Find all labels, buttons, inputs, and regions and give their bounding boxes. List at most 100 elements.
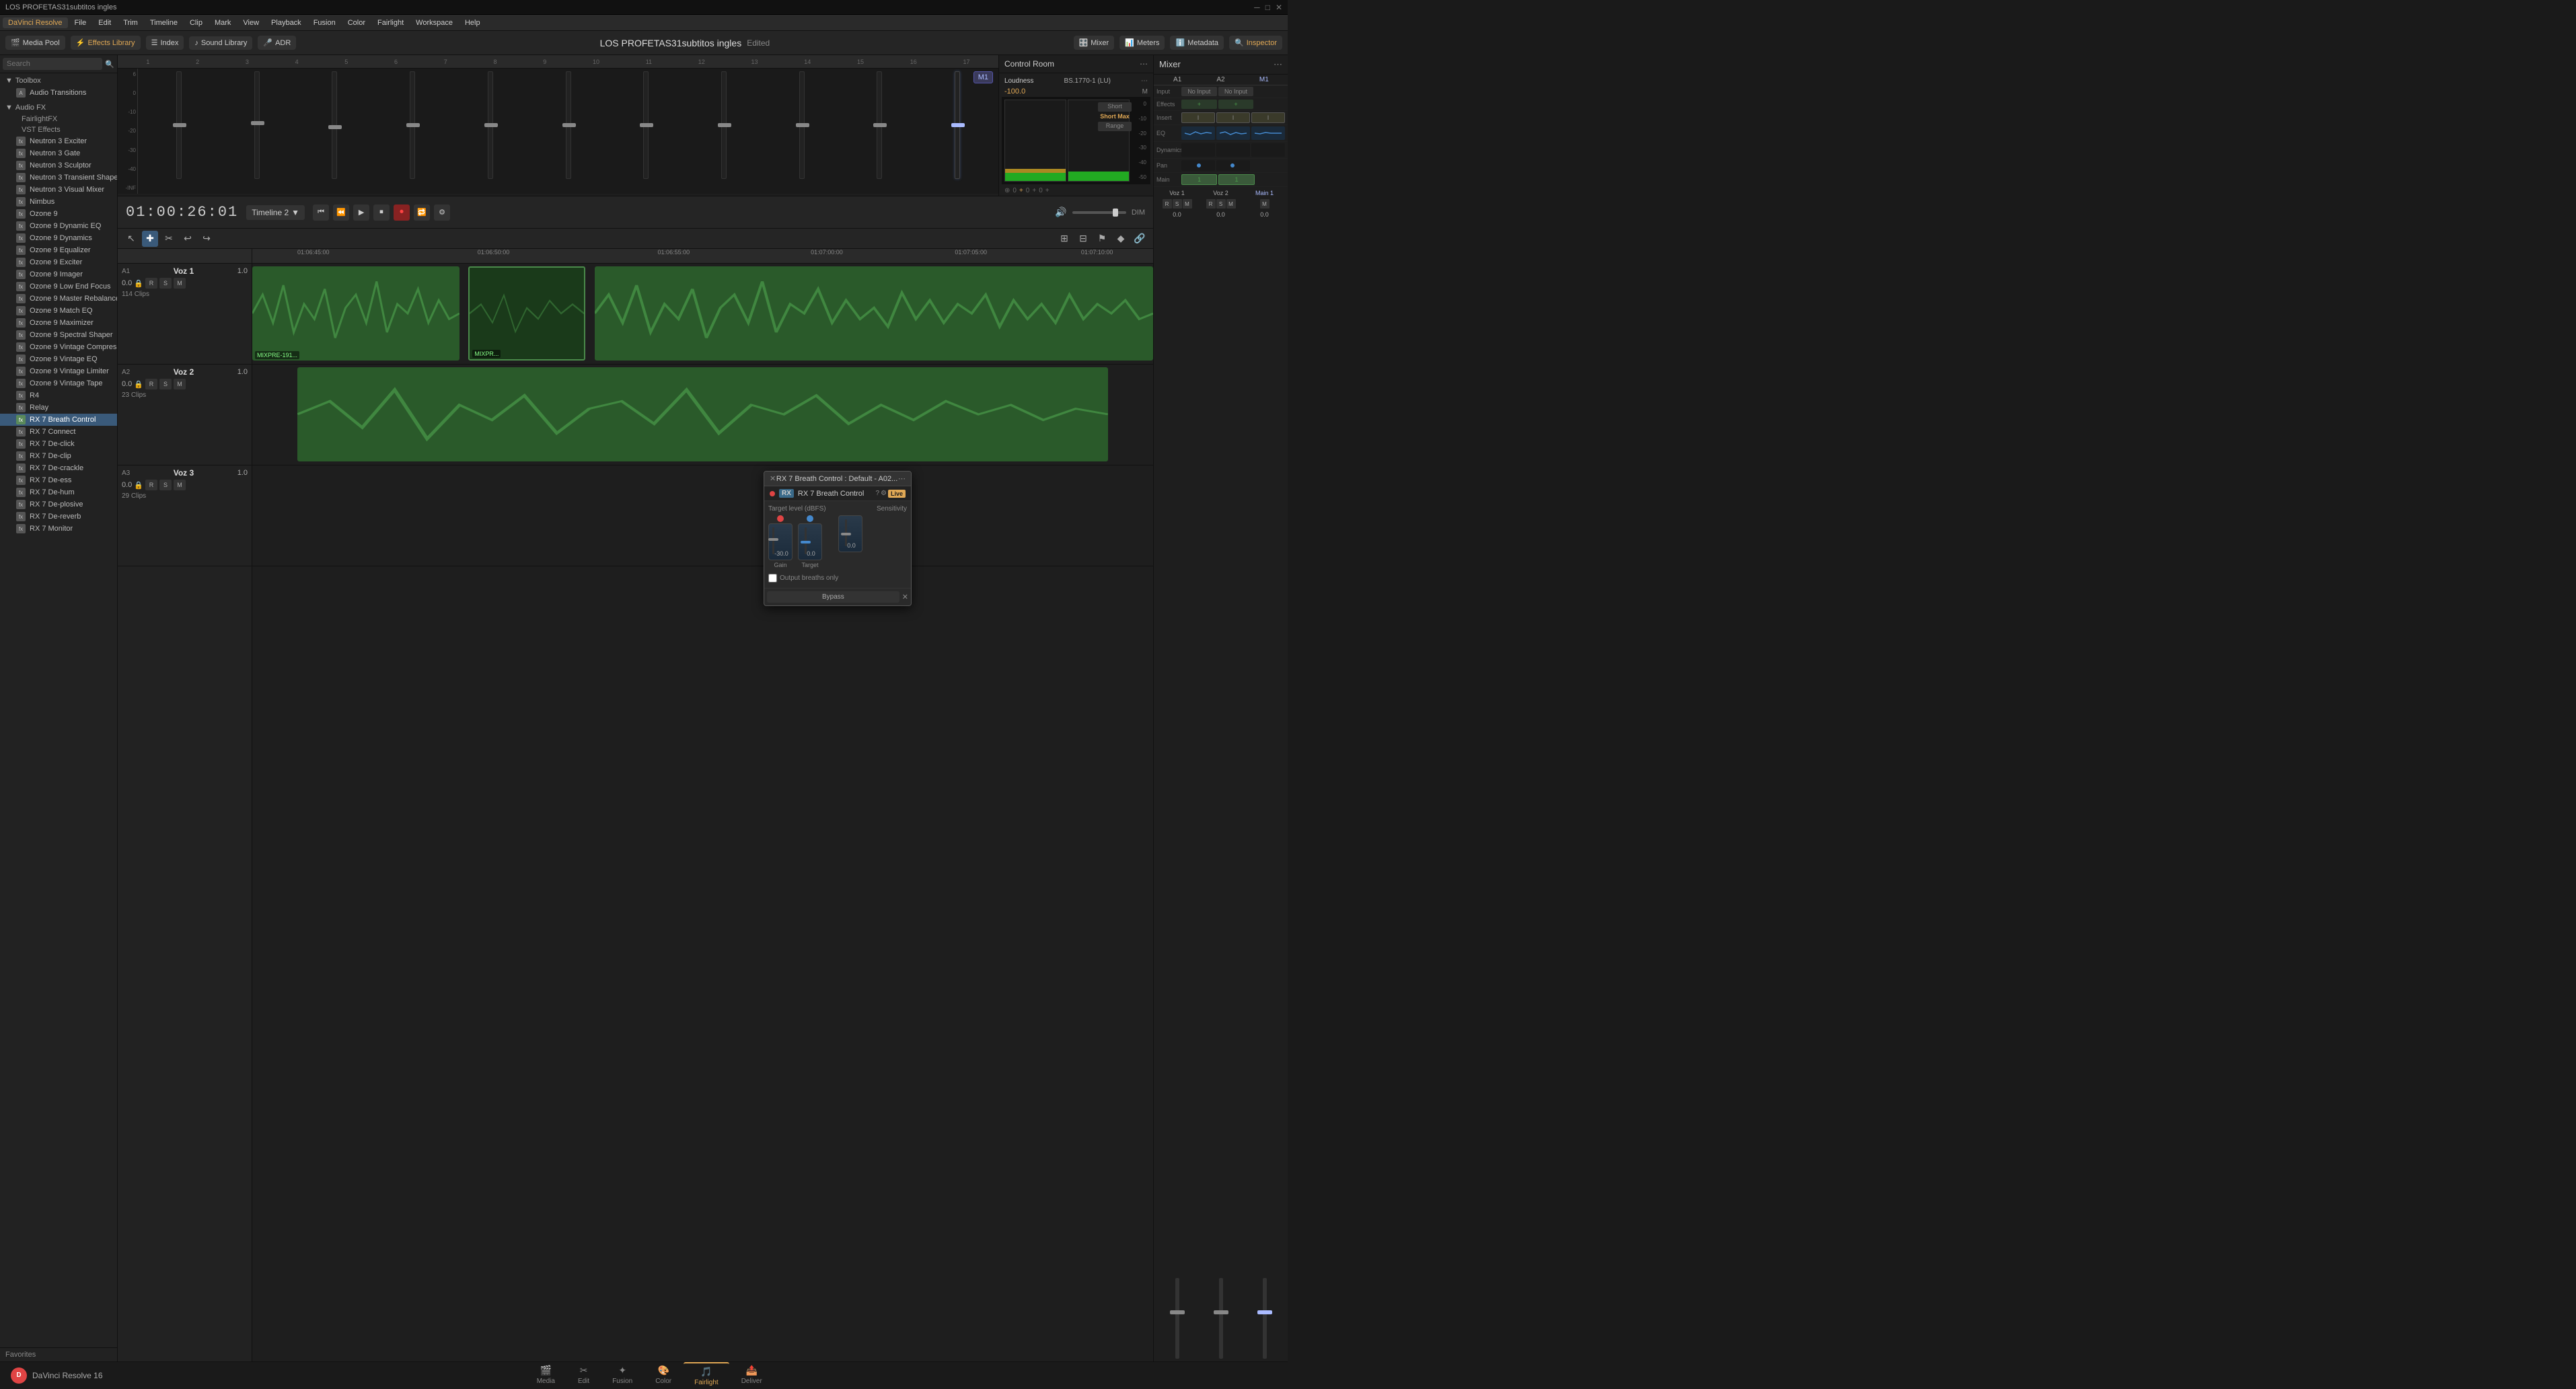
dynamics-a1[interactable] [1181, 143, 1215, 157]
menu-help[interactable]: Help [459, 17, 486, 28]
skip-start-btn[interactable]: ⏮ [313, 204, 329, 221]
fx-ozone9-match-eq[interactable]: fx Ozone 9 Match EQ [0, 305, 117, 317]
close-plugin-icon[interactable]: ✕ [902, 593, 908, 601]
eq-a2[interactable] [1216, 126, 1250, 140]
eq-m1[interactable] [1251, 126, 1285, 140]
menu-playback[interactable]: Playback [266, 17, 307, 28]
fx-ozone9-dynamic-eq[interactable]: fx Ozone 9 Dynamic EQ [0, 220, 117, 232]
insert-m1[interactable]: I [1251, 112, 1285, 123]
fx-ozone9-master-rebalance[interactable]: fx Ozone 9 Master Rebalance [0, 293, 117, 305]
blade-tool[interactable]: ✂ [161, 231, 177, 247]
track-a1-s[interactable]: S [159, 278, 172, 289]
sens-fader-handle[interactable] [841, 533, 851, 535]
track-a2-s[interactable]: S [159, 379, 172, 389]
fx-rx7-dereverb[interactable]: fx RX 7 De-reverb [0, 511, 117, 523]
redo-btn[interactable]: ↪ [198, 231, 215, 247]
timeline-selector[interactable]: Timeline 2 ▼ [246, 205, 305, 220]
fx-rx7-deess[interactable]: fx RX 7 De-ess [0, 474, 117, 486]
r-btn-a2[interactable]: R [1206, 199, 1216, 209]
volume-slider[interactable] [1072, 211, 1126, 214]
fairlight-fx-item[interactable]: FairlightFX [0, 114, 117, 124]
target-knob[interactable]: 0.0 [798, 523, 822, 560]
plugin-help-icon[interactable]: ? [875, 490, 879, 497]
adr-btn[interactable]: 🎤 ADR [258, 36, 296, 50]
fader-handle[interactable] [173, 123, 186, 127]
fx-ozone9-dynamics[interactable]: fx Ozone 9 Dynamics [0, 232, 117, 244]
menu-clip[interactable]: Clip [184, 17, 208, 28]
fx-ozone9-vintage-compressor[interactable]: fx Ozone 9 Vintage Compressor [0, 341, 117, 353]
fx-rx7-connect[interactable]: fx RX 7 Connect [0, 426, 117, 438]
track-a3-m[interactable]: M [174, 480, 186, 490]
main-a1[interactable]: 1 [1181, 174, 1217, 185]
menu-timeline[interactable]: Timeline [145, 17, 183, 28]
menu-davinci[interactable]: DaVinci Resolve [3, 17, 68, 28]
options-btn[interactable]: ⚙ [434, 204, 450, 221]
fx-rx7-breath[interactable]: fx RX 7 Breath Control [0, 414, 117, 426]
dim-label[interactable]: DIM [1132, 209, 1145, 217]
control-room-menu-icon[interactable]: ⋯ [1140, 59, 1148, 69]
snap-btn[interactable]: ⊞ [1056, 231, 1072, 247]
effects-a2[interactable]: + [1218, 100, 1254, 109]
undo-btn[interactable]: ↩ [180, 231, 196, 247]
track-a1-r[interactable]: R [145, 278, 157, 289]
input-a2[interactable]: No Input [1218, 87, 1254, 96]
fx-relay[interactable]: fx Relay [0, 402, 117, 414]
fader-handle-a2[interactable] [1214, 1310, 1228, 1314]
fader-handle-3[interactable] [328, 125, 342, 129]
target-fader-handle[interactable] [801, 541, 811, 543]
fx-ozone9-exciter[interactable]: fx Ozone 9 Exciter [0, 256, 117, 268]
fx-ozone9-spectral-shaper[interactable]: fx Ozone 9 Spectral Shaper [0, 329, 117, 341]
nav-deliver[interactable]: 📤 Deliver [731, 1362, 773, 1389]
menu-trim[interactable]: Trim [118, 17, 143, 28]
fx-rx7-deplosive[interactable]: fx RX 7 De-plosive [0, 498, 117, 511]
fast-rewind-btn[interactable]: ⏪ [333, 204, 349, 221]
fx-neutron-transient[interactable]: fx Neutron 3 Transient Shaper [0, 172, 117, 184]
fader-handle-m1[interactable] [1257, 1310, 1272, 1314]
menu-file[interactable]: File [69, 17, 92, 28]
m-btn-a2[interactable]: M [1226, 199, 1236, 209]
insert-a1[interactable]: I [1181, 112, 1215, 123]
fader-handle-a1[interactable] [1170, 1310, 1185, 1314]
pan-a1[interactable] [1181, 160, 1215, 171]
index-btn[interactable]: ☰ Index [146, 36, 184, 50]
s-btn-a2[interactable]: S [1216, 199, 1226, 209]
fader-handle-2[interactable] [251, 121, 264, 125]
effects-library-btn[interactable]: ⚡ Effects Library [71, 36, 141, 50]
volume-handle[interactable] [1113, 209, 1118, 217]
fx-r4[interactable]: fx R4 [0, 389, 117, 402]
sound-library-btn[interactable]: ♪ Sound Library [189, 36, 252, 50]
loop-btn[interactable]: 🔁 [414, 204, 430, 221]
fx-ozone9-low-end[interactable]: fx Ozone 9 Low End Focus [0, 280, 117, 293]
r-btn-a1[interactable]: R [1163, 199, 1172, 209]
eq-a1[interactable] [1181, 126, 1215, 140]
mixer-expand-icon[interactable]: ⋯ [1274, 59, 1282, 70]
menu-edit[interactable]: Edit [93, 17, 116, 28]
fader-track-a2[interactable] [1219, 1278, 1223, 1359]
track-a2-m[interactable]: M [174, 379, 186, 389]
track-a2-r[interactable]: R [145, 379, 157, 389]
nav-edit[interactable]: ✂ Edit [567, 1362, 600, 1389]
media-pool-btn[interactable]: 🎬 Media Pool [5, 36, 65, 50]
pan-a2[interactable] [1216, 160, 1250, 171]
fx-neutron-visual[interactable]: fx Neutron 3 Visual Mixer [0, 184, 117, 196]
input-a1[interactable]: No Input [1181, 87, 1217, 96]
close-btn[interactable]: ✕ [1276, 3, 1282, 12]
bypass-btn[interactable]: Bypass [767, 591, 899, 603]
link-btn[interactable]: 🔗 [1132, 231, 1148, 247]
fx-ozone9-vintage-tape[interactable]: fx Ozone 9 Vintage Tape [0, 377, 117, 389]
fx-rx7-monitor[interactable]: fx RX 7 Monitor [0, 523, 117, 535]
menu-mark[interactable]: Mark [209, 17, 236, 28]
nav-media[interactable]: 🎬 Media [526, 1362, 566, 1389]
clip-a1-2[interactable] [595, 266, 1153, 361]
edit-mode-tool[interactable]: ✚ [142, 231, 158, 247]
effects-a1[interactable]: + [1181, 100, 1217, 109]
mixer-btn[interactable]: 🎛️ Mixer [1074, 36, 1115, 50]
fx-ozone9-vintage-eq[interactable]: fx Ozone 9 Vintage EQ [0, 353, 117, 365]
track-a3-r[interactable]: R [145, 480, 157, 490]
fx-neutron-gate[interactable]: fx Neutron 3 Gate [0, 147, 117, 159]
metadata-btn[interactable]: ℹ️ Metadata [1170, 36, 1224, 50]
search-input[interactable] [3, 58, 102, 70]
s-btn-a1[interactable]: S [1173, 199, 1182, 209]
maximize-btn[interactable]: □ [1265, 3, 1270, 12]
grid-btn[interactable]: ⊟ [1075, 231, 1091, 247]
